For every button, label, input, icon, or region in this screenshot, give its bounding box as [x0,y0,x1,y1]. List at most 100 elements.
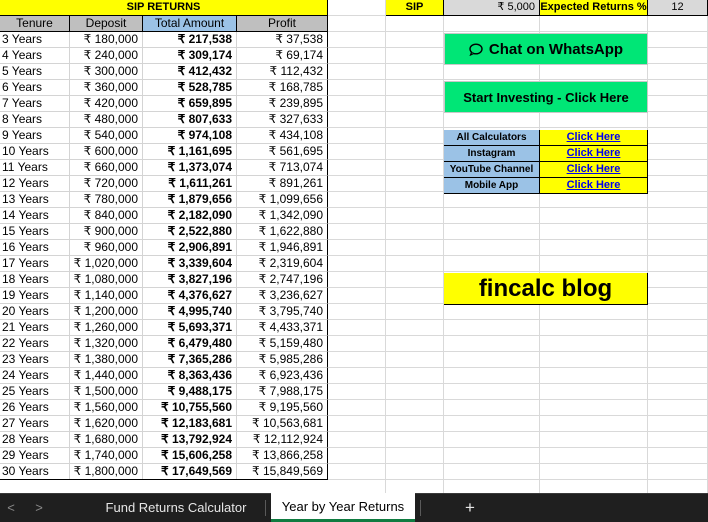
tenure-cell[interactable]: 16 Years [0,240,70,256]
total-amount-cell[interactable]: ₹ 807,633 [143,112,237,128]
profit-cell[interactable]: ₹ 5,985,286 [237,352,328,368]
grid-cell[interactable] [444,336,540,352]
deposit-cell[interactable]: ₹ 1,440,000 [70,368,143,384]
grid-cell[interactable] [328,224,386,240]
grid-cell[interactable] [386,112,444,128]
grid-cell[interactable] [328,288,386,304]
profit-cell[interactable]: ₹ 3,236,627 [237,288,328,304]
grid-cell[interactable] [444,320,540,336]
sip-amount-input[interactable]: ₹ 5,000 [444,0,540,16]
grid-cell[interactable] [444,352,540,368]
total-amount-cell[interactable]: ₹ 7,365,286 [143,352,237,368]
grid-cell[interactable] [328,272,386,288]
deposit-cell[interactable]: ₹ 420,000 [70,96,143,112]
tenure-cell[interactable]: 24 Years [0,368,70,384]
total-amount-cell[interactable]: ₹ 3,827,196 [143,272,237,288]
grid-cell[interactable] [328,384,386,400]
grid-cell[interactable] [648,288,708,304]
grid-cell[interactable] [648,16,708,32]
tab-scroll-prev-button[interactable]: < [2,494,20,522]
deposit-cell[interactable]: ₹ 1,560,000 [70,400,143,416]
total-amount-cell[interactable]: ₹ 3,339,604 [143,256,237,272]
tab-year-by-year-returns[interactable]: Year by Year Returns [271,493,415,522]
grid-cell[interactable] [444,64,540,80]
tenure-cell[interactable]: 17 Years [0,256,70,272]
grid-cell[interactable] [328,160,386,176]
grid-cell[interactable] [386,464,444,480]
total-amount-cell[interactable]: ₹ 2,522,880 [143,224,237,240]
grid-cell[interactable] [386,432,444,448]
tenure-cell[interactable]: 13 Years [0,192,70,208]
deposit-cell[interactable]: ₹ 1,320,000 [70,336,143,352]
profit-cell[interactable]: ₹ 12,112,924 [237,432,328,448]
grid-cell[interactable] [386,80,444,96]
tenure-cell[interactable]: 14 Years [0,208,70,224]
grid-cell[interactable] [444,368,540,384]
grid-cell[interactable] [444,112,540,128]
profit-cell[interactable]: ₹ 239,895 [237,96,328,112]
grid-cell[interactable] [540,16,648,32]
grid-cell[interactable] [540,336,648,352]
grid-cell[interactable] [328,192,386,208]
grid-cell[interactable] [540,208,648,224]
grid-cell[interactable] [648,304,708,320]
grid-cell[interactable] [444,480,540,493]
total-amount-cell[interactable]: ₹ 659,895 [143,96,237,112]
grid-cell[interactable] [328,304,386,320]
grid-cell[interactable] [386,224,444,240]
tenure-cell[interactable]: 29 Years [0,448,70,464]
grid-cell[interactable] [386,96,444,112]
profit-cell[interactable]: ₹ 3,795,740 [237,304,328,320]
grid-cell[interactable] [444,240,540,256]
start-investing-button[interactable]: Start Investing - Click Here [444,81,648,113]
total-amount-cell[interactable]: ₹ 309,174 [143,48,237,64]
grid-cell[interactable] [648,400,708,416]
deposit-cell[interactable]: ₹ 780,000 [70,192,143,208]
grid-cell[interactable] [386,288,444,304]
grid-cell[interactable] [444,448,540,464]
grid-cell[interactable] [328,432,386,448]
grid-cell[interactable] [648,272,708,288]
profit-cell[interactable]: ₹ 7,988,175 [237,384,328,400]
grid-cell[interactable] [328,64,386,80]
grid-cell[interactable] [386,144,444,160]
total-amount-cell[interactable]: ₹ 1,611,261 [143,176,237,192]
profit-cell[interactable]: ₹ 13,866,258 [237,448,328,464]
expected-returns-input[interactable]: 12 [648,0,708,16]
total-amount-cell[interactable]: ₹ 974,108 [143,128,237,144]
grid-cell[interactable] [648,176,708,192]
grid-cell[interactable] [328,80,386,96]
grid-cell[interactable] [386,192,444,208]
total-amount-cell[interactable]: ₹ 6,479,480 [143,336,237,352]
tab-fund-returns-calculator[interactable]: Fund Returns Calculator [92,494,260,522]
profit-cell[interactable]: ₹ 1,099,656 [237,192,328,208]
profit-cell[interactable]: ₹ 6,923,436 [237,368,328,384]
grid-cell[interactable] [444,256,540,272]
grid-cell[interactable] [540,400,648,416]
total-amount-cell[interactable]: ₹ 2,906,891 [143,240,237,256]
deposit-cell[interactable]: ₹ 840,000 [70,208,143,224]
tenure-cell[interactable]: 18 Years [0,272,70,288]
deposit-cell[interactable]: ₹ 540,000 [70,128,143,144]
profit-cell[interactable]: ₹ 5,159,480 [237,336,328,352]
grid-cell[interactable] [444,192,540,208]
tenure-cell[interactable]: 25 Years [0,384,70,400]
deposit-cell[interactable]: ₹ 1,140,000 [70,288,143,304]
grid-cell[interactable] [540,352,648,368]
profit-cell[interactable]: ₹ 69,174 [237,48,328,64]
grid-cell[interactable] [648,192,708,208]
grid-cell[interactable] [328,368,386,384]
total-amount-cell[interactable]: ₹ 528,785 [143,80,237,96]
profit-cell[interactable]: ₹ 434,108 [237,128,328,144]
grid-cell[interactable] [444,224,540,240]
click-here-link[interactable]: Click Here [540,162,648,178]
deposit-cell[interactable]: ₹ 660,000 [70,160,143,176]
grid-cell[interactable] [444,432,540,448]
grid-cell[interactable] [540,416,648,432]
grid-cell[interactable] [648,352,708,368]
grid-cell[interactable] [328,320,386,336]
deposit-cell[interactable]: ₹ 180,000 [70,32,143,48]
chat-whatsapp-button[interactable]: Chat on WhatsApp [444,33,648,65]
profit-cell[interactable]: ₹ 168,785 [237,80,328,96]
grid-cell[interactable] [648,384,708,400]
